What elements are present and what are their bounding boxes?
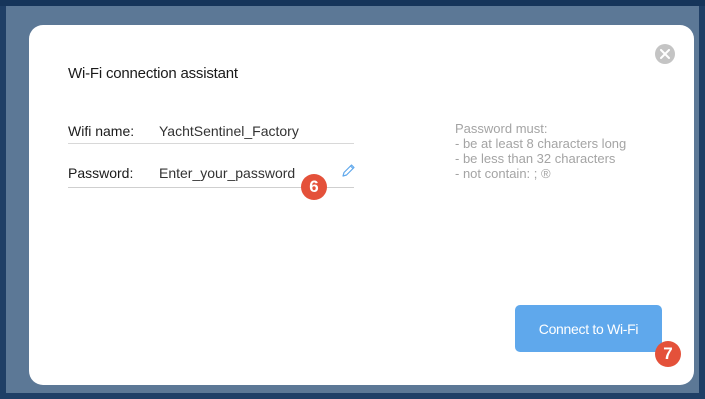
requirement-item: - be less than 32 characters [455, 151, 616, 166]
requirements-heading: Password must: [455, 121, 548, 136]
wifi-name-row: Wifi name: YachtSentinel_Factory [68, 113, 354, 145]
wifi-name-value: YachtSentinel_Factory [159, 123, 299, 139]
wifi-name-label: Wifi name: [68, 123, 135, 139]
password-field[interactable]: Enter_your_password [159, 165, 295, 181]
callout-badge-6: 6 [301, 174, 327, 200]
wifi-assistant-dialog: Wi-Fi connection assistant Wifi name: Ya… [29, 25, 694, 385]
requirement-item: - be at least 8 characters long [455, 136, 627, 151]
requirement-item: - not contain: ; ® [455, 166, 551, 181]
connect-to-wifi-button[interactable]: Connect to Wi-Fi [515, 305, 662, 352]
password-label: Password: [68, 165, 134, 181]
close-icon[interactable] [655, 44, 675, 64]
close-icon-glyph [660, 49, 670, 59]
callout-badge-7: 7 [655, 341, 681, 367]
dialog-title: Wi-Fi connection assistant [68, 65, 238, 82]
password-requirements: Password must: - be at least 8 character… [455, 121, 626, 181]
pencil-icon[interactable] [340, 163, 356, 179]
